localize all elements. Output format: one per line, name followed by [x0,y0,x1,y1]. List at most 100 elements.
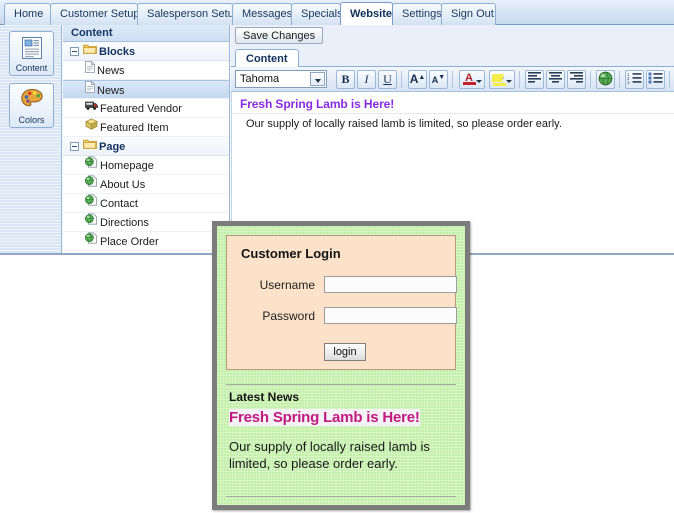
globe-page-icon [85,175,98,194]
password-label: Password [262,309,315,323]
truck-icon [85,99,98,118]
font-family-value: Tahoma [240,73,280,85]
nav-tab-messages[interactable]: Messages [232,3,292,25]
customer-login-box: Customer Login Username Password login [226,235,457,370]
unordered-list-button[interactable] [646,70,665,89]
globe-page-icon [85,156,98,175]
collapse-toggle-icon[interactable] [70,142,79,151]
folder-icon [83,137,97,156]
main-tab-bar: Home Customer Setup Salesperson Setup Messa… [0,0,674,25]
password-input[interactable] [324,307,457,324]
toolbar-separator [452,71,453,88]
tree-node-label: Blocks [99,46,136,59]
nav-tab-customer-setup[interactable]: Customer Setup [50,3,140,25]
save-changes-button[interactable]: Save Changes [235,27,324,44]
nav-tab-specials[interactable]: Specials [291,3,343,25]
nav-tab-label: Customer Setup [60,8,140,20]
globe-page-icon [85,213,98,232]
tree-node-blocks[interactable]: Blocks [63,42,229,61]
tree-node-label: Directions [100,217,149,230]
align-left-icon [527,72,542,87]
nav-tab-sign-out[interactable]: Sign Out [441,3,496,25]
tree-node-place-order[interactable]: Place Order [63,232,229,251]
news-headline: Fresh Spring Lamb is Here! [229,409,420,426]
nav-tab-salesperson-setup[interactable]: Salesperson Setup [137,3,240,25]
font-color-icon: A [463,72,476,86]
align-left-button[interactable] [525,70,544,89]
shrink-font-icon: A▼ [431,74,446,85]
tree-node-list: Blocks News News Featured Vendor Featured It… [63,42,229,251]
bold-icon: B [341,72,350,86]
formatting-toolbar: Tahoma BIU A▲ A▼ Aab 123 [231,67,674,92]
insert-link-button[interactable] [596,70,615,89]
rail-button-content[interactable]: Content [9,31,54,76]
unordered-list-icon [648,72,663,87]
tree-node-news[interactable]: News [63,61,229,80]
underline-button[interactable]: U [378,70,397,89]
news-divider [226,384,456,385]
highlight-color-button[interactable]: ab [489,70,515,89]
document-icon [85,61,95,80]
ordered-list-button[interactable]: 123 [625,70,644,89]
customer-login-title: Customer Login [241,246,341,261]
tree-node-featured-vendor[interactable]: Featured Vendor [63,99,229,118]
preview-page-body: Customer Login Username Password login L… [217,226,465,505]
globe-page-icon [85,194,98,213]
font-family-select[interactable]: Tahoma [235,70,327,88]
italic-icon: I [364,72,369,86]
nav-tab-label: Salesperson Setup [147,8,240,20]
bold-button[interactable]: B [336,70,355,89]
toolbar-separator [619,71,620,88]
chevron-down-icon[interactable] [310,72,325,86]
rail-button-label: Colors [18,115,45,125]
news-footer-divider [226,496,456,497]
font-color-button[interactable]: A [459,70,485,89]
tree-node-label: About Us [100,179,146,192]
grow-font-button[interactable]: A▲ [408,70,427,89]
globe-page-icon [85,232,98,251]
tree-node-about-us[interactable]: About Us [63,175,229,194]
nav-tab-label: Sign Out [451,8,494,20]
content-tree-panel: Content Blocks News News Featured Vendor Fea… [63,25,230,254]
nav-tab-label: Messages [242,8,293,20]
ordered-list-icon: 123 [627,72,642,87]
news-body-text: Our supply of locally raised lamb is lim… [229,439,430,471]
toolbar-separator [590,71,591,88]
italic-button[interactable]: I [357,70,376,89]
nav-tab-label: Specials [301,8,343,20]
toolbar-separator [669,71,670,88]
tree-panel-title: Content [63,25,229,42]
nav-tab-home[interactable]: Home [4,3,51,25]
align-center-button[interactable] [546,70,565,89]
tree-node-contact[interactable]: Contact [63,194,229,213]
login-button[interactable]: login [324,343,366,361]
tree-node-homepage[interactable]: Homepage [63,156,229,175]
tree-node-directions[interactable]: Directions [63,213,229,232]
palette-icon [20,88,44,115]
tree-node-page[interactable]: Page [63,137,229,156]
tree-node-label: Contact [100,198,138,211]
shrink-font-button[interactable]: A▼ [429,70,448,89]
latest-news-title: Latest News [229,390,300,404]
rail-button-label: Content [15,63,48,73]
nav-tab-label: Home [14,8,44,20]
toolbar-separator [401,71,402,88]
website-preview-popup: Customer Login Username Password login L… [212,221,470,510]
align-right-button[interactable] [567,70,586,89]
left-icon-rail: Content Colors [0,25,62,254]
nav-tab-website[interactable]: Website [340,2,393,25]
tree-node-featured-item[interactable]: Featured Item [63,118,229,137]
chevron-down-icon[interactable] [476,80,482,83]
tree-node-label: Homepage [100,160,154,173]
nav-tab-settings[interactable]: Settings [392,3,442,25]
tree-node-label: News [97,65,125,78]
collapse-toggle-icon[interactable] [70,47,79,56]
username-input[interactable] [324,276,457,293]
rail-button-colors[interactable]: Colors [9,83,54,128]
content-editor-pane: Save Changes Content Tahoma BIU A▲ A▼ Aab 12… [231,25,674,254]
grow-font-icon: A▲ [409,72,426,86]
tree-node-news[interactable]: News [63,80,229,99]
editor-heading-text: Fresh Spring Lamb is Here! [240,97,395,111]
chevron-down-icon[interactable] [506,80,512,83]
tab-content[interactable]: Content [235,49,299,68]
